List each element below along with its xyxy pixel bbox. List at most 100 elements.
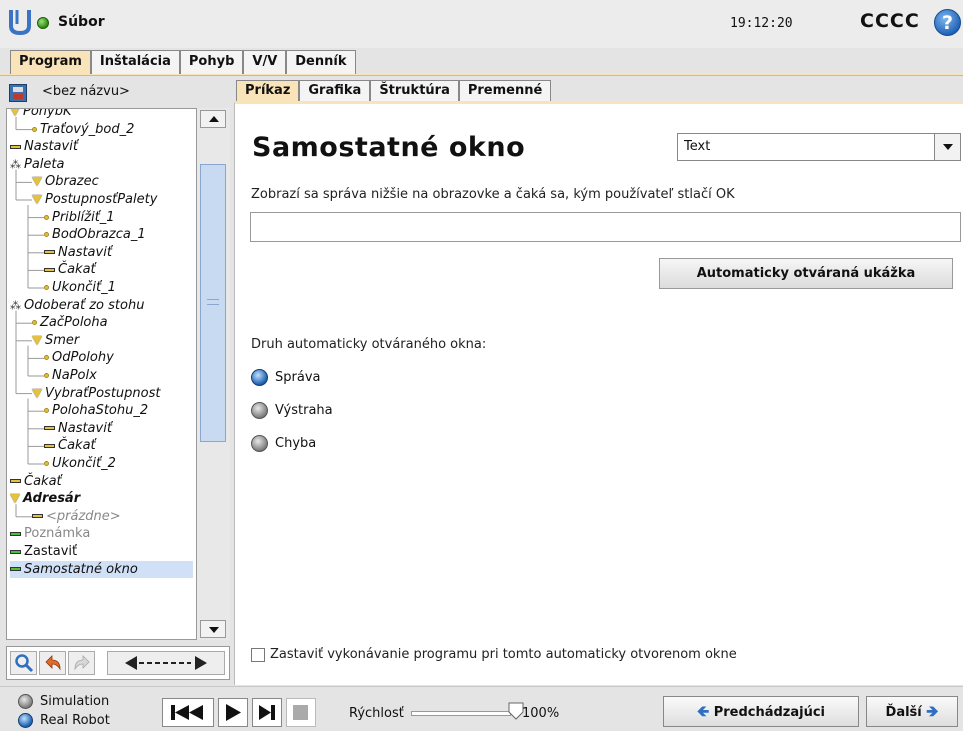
preview-popup-button[interactable]: Automaticky otváraná ukážka	[659, 258, 953, 289]
tree-node[interactable]: Zastaviť	[10, 543, 77, 560]
speed-label: Rýchlosť	[349, 706, 404, 721]
tab-graphics[interactable]: Grafika	[299, 80, 371, 102]
scroll-up-button[interactable]	[200, 110, 226, 128]
tree-node[interactable]: PostupnosťPalety	[32, 191, 157, 208]
skip-back-icon	[171, 705, 203, 720]
tree-node-label: PostupnosťPalety	[45, 192, 158, 207]
tree-node-label: BodObrazca_1	[52, 227, 146, 243]
tree-node[interactable]: VybraťPostupnost	[32, 385, 160, 402]
tree-node-label: Ukončiť_1	[52, 280, 116, 295]
help-icon[interactable]: ?	[934, 9, 961, 36]
step-button[interactable]	[252, 698, 282, 727]
mode-real-robot-label: Real Robot	[40, 713, 110, 728]
tab-log[interactable]: Denník	[286, 50, 356, 74]
tree-node[interactable]: Nastaviť	[44, 244, 112, 261]
file-menu[interactable]: Súbor	[58, 14, 105, 30]
tab-io[interactable]: V/V	[243, 50, 287, 74]
waypoint-icon	[44, 373, 49, 378]
save-icon[interactable]	[9, 84, 27, 102]
play-button[interactable]	[218, 698, 248, 727]
undo-button[interactable]	[39, 651, 66, 675]
halt-program-checkbox[interactable]	[251, 648, 265, 662]
tree-node-label: Odoberať zo stohu	[24, 297, 145, 313]
tree-node[interactable]: ⁂ Odoberať zo stohu	[10, 297, 144, 314]
tree-node[interactable]: Traťový_bod_2	[32, 121, 134, 138]
command-icon	[10, 144, 21, 149]
move-left-right-icon	[125, 656, 207, 670]
tree-node[interactable]: Nastaviť	[10, 138, 78, 155]
program-name: <bez názvu>	[42, 84, 130, 99]
command-icon	[44, 267, 55, 272]
tab-installation[interactable]: Inštalácia	[90, 50, 180, 74]
command-icon	[10, 549, 21, 554]
tree-node-label: Adresár	[23, 491, 81, 507]
tree-vertical-scrollbar[interactable]	[196, 108, 230, 640]
search-button[interactable]	[10, 651, 37, 675]
radio-unselected-icon	[18, 694, 33, 709]
tree-node-label: PohybK	[23, 108, 72, 119]
main-tabs: Program Inštalácia Pohyb V/V Denník	[10, 50, 356, 74]
speed-slider-track[interactable]	[411, 711, 511, 716]
tree-node[interactable]: Priblížiť_1	[44, 209, 115, 226]
tree-node-label: Nastaviť	[24, 139, 78, 155]
folder-icon	[32, 195, 42, 204]
tree-node-label: <prázdne>	[46, 508, 121, 524]
popup-message-input[interactable]	[250, 212, 961, 242]
tab-command[interactable]: Príkaz	[236, 80, 300, 102]
tree-node[interactable]: ZačPoloha	[32, 314, 108, 331]
chevron-down-icon[interactable]	[934, 134, 960, 160]
pallet-icon: ⁂	[10, 157, 21, 171]
tree-node[interactable]: PolohaStohu_2	[44, 402, 148, 419]
play-icon	[226, 704, 241, 721]
tree-node[interactable]: ⁂ Paleta	[10, 156, 64, 173]
page-title: Samostatné okno	[252, 132, 526, 163]
scroll-down-button[interactable]	[200, 620, 226, 638]
tree-node[interactable]: PohybK	[10, 108, 72, 120]
tree-node-label: Nastaviť	[58, 244, 112, 260]
popup-content-type-select[interactable]: Text	[677, 133, 961, 161]
tree-node[interactable]: Poznámka	[10, 525, 90, 542]
search-icon	[14, 654, 33, 673]
tab-move[interactable]: Pohyb	[179, 50, 244, 74]
arrow-right-icon: 🡺	[926, 702, 939, 720]
tree-node[interactable]: Ukončiť_1	[44, 279, 116, 296]
command-icon	[32, 514, 43, 519]
tree-node[interactable]: Nastaviť	[44, 420, 112, 437]
tab-variables[interactable]: Premenné	[458, 80, 552, 102]
waypoint-icon	[32, 320, 37, 326]
robot-status-icon	[37, 17, 49, 29]
previous-button[interactable]: 🡸 Predchádzajúci	[663, 696, 859, 727]
tree-node[interactable]: Čakať	[44, 261, 96, 278]
waypoint-icon	[44, 285, 49, 290]
tree-node[interactable]: Čakať	[10, 473, 62, 490]
top-bar: Súbor 19:12:20 CCCC ?	[0, 0, 963, 48]
clock: 19:12:20	[730, 16, 793, 31]
tree-node-label: VybraťPostupnost	[45, 385, 161, 401]
waypoint-icon	[44, 355, 49, 361]
waypoint-icon	[44, 408, 49, 414]
tree-node[interactable]: OdPolohy	[44, 349, 114, 366]
tree-node[interactable]: Adresár	[10, 490, 80, 507]
tree-node[interactable]: BodObrazca_1	[44, 226, 146, 243]
tree-node-label: Traťový_bod_2	[40, 121, 135, 137]
tab-program[interactable]: Program	[10, 50, 91, 74]
tree-node[interactable]: Smer	[32, 332, 79, 349]
redo-button[interactable]	[68, 651, 95, 675]
halt-program-label: Zastaviť vykonávanie programu pri tomto …	[270, 647, 737, 662]
folder-icon	[32, 177, 42, 187]
stop-button[interactable]	[286, 698, 316, 727]
move-node-button[interactable]	[107, 651, 225, 675]
tree-node-label: Samostatné okno	[24, 561, 138, 577]
tree-node[interactable]: Samostatné okno	[10, 560, 193, 578]
tab-structure[interactable]: Štruktúra	[370, 80, 459, 102]
tree-node[interactable]: NaPolx	[44, 367, 97, 384]
tree-node[interactable]: Ukončiť_2	[44, 455, 116, 472]
radio-unselected-icon	[251, 402, 268, 419]
tree-node[interactable]: Obrazec	[32, 173, 99, 190]
scroll-thumb[interactable]	[200, 164, 226, 442]
waypoint-icon	[44, 461, 49, 466]
rewind-button[interactable]	[162, 698, 214, 727]
tree-node[interactable]: Čakať	[44, 437, 96, 454]
tree-node[interactable]: <prázdne>	[32, 508, 121, 525]
next-button[interactable]: Ďalší 🡺	[866, 696, 958, 727]
